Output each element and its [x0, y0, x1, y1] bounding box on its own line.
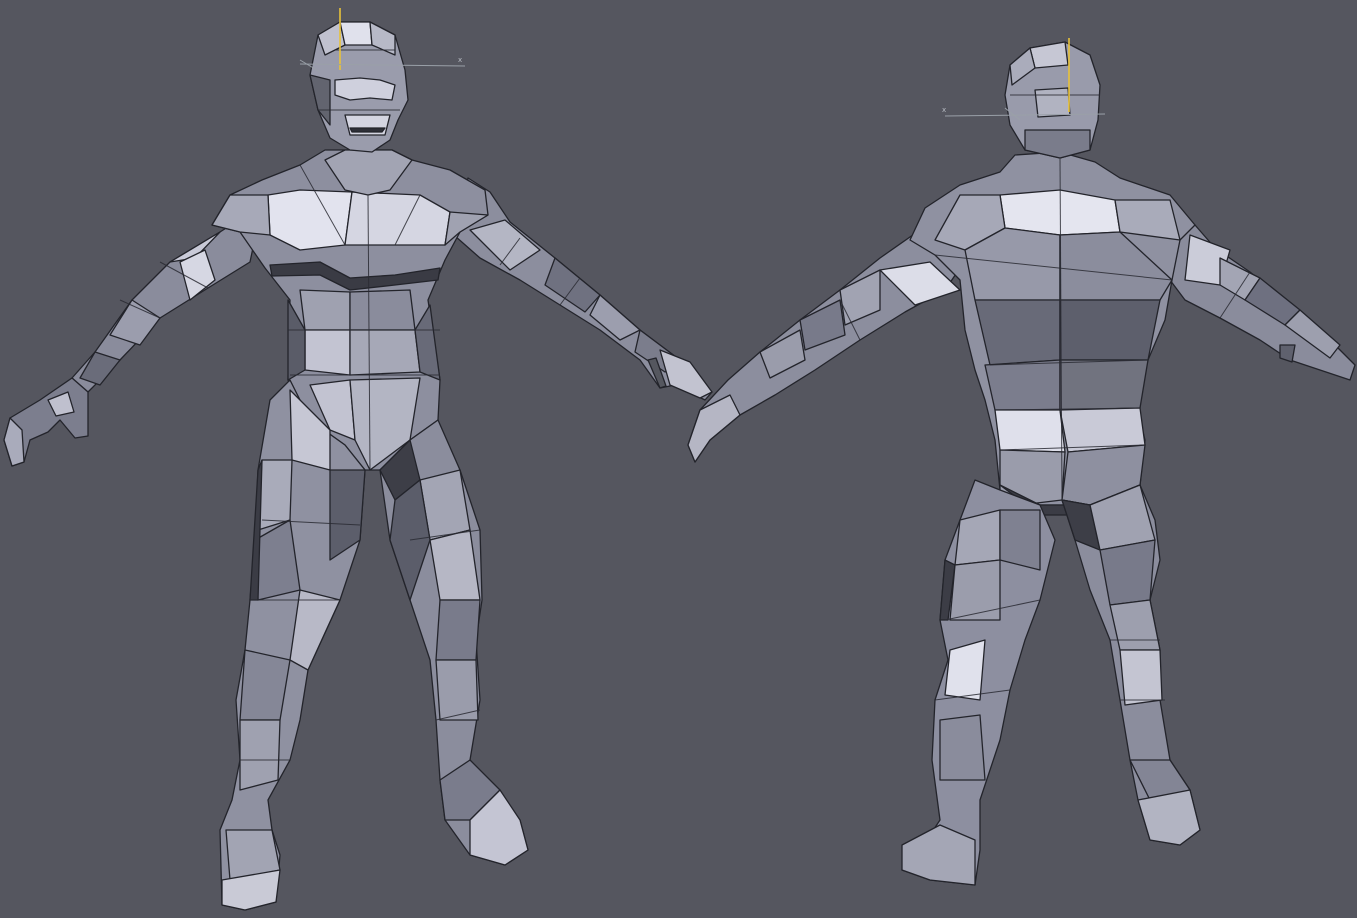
front-view-model[interactable]: x [3, 8, 713, 911]
back-left-arm [687, 229, 961, 463]
back-gizmo-axis-label: x [942, 106, 946, 114]
back-right-arm [1164, 209, 1356, 381]
front-left-leg [219, 379, 366, 911]
front-gizmo-axis-label: x [458, 56, 462, 64]
back-torso [909, 151, 1196, 516]
front-torso [211, 149, 489, 471]
back-right-leg [1061, 484, 1201, 846]
back-view-model[interactable]: x [687, 38, 1356, 886]
back-head [1004, 41, 1101, 159]
front-left-arm [3, 204, 263, 467]
front-head [309, 21, 409, 153]
viewport-canvas[interactable]: x x [0, 0, 1357, 918]
front-right-leg [379, 419, 529, 866]
back-left-leg [901, 479, 1056, 886]
front-right-arm [454, 177, 713, 401]
3d-viewport[interactable]: x x [0, 0, 1357, 918]
